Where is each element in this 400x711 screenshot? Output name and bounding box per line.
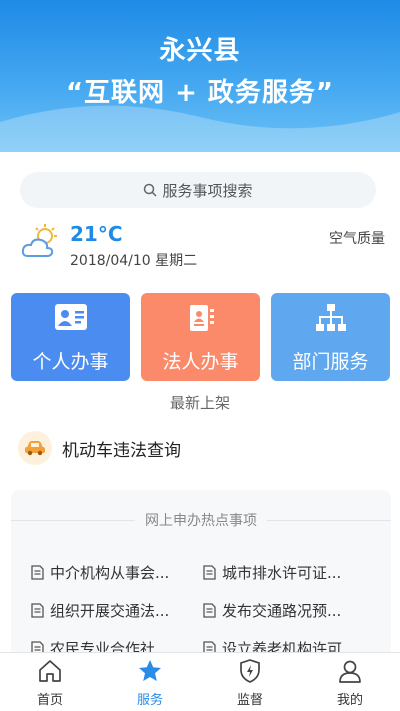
home-icon bbox=[39, 660, 61, 682]
document-icon bbox=[203, 603, 216, 618]
search-placeholder: 服务事项搜索 bbox=[162, 181, 253, 200]
personal-affairs-label: 个人办事 bbox=[32, 351, 109, 373]
header-subtitle: “互联网 + 政务服务” bbox=[65, 78, 335, 108]
department-service-tile[interactable]: 部门服务 bbox=[271, 293, 390, 381]
corporate-affairs-tile[interactable]: 法人办事 bbox=[141, 293, 260, 381]
car-icon bbox=[25, 441, 45, 456]
header-banner: 永兴县 “互联网 + 政务服务” bbox=[0, 0, 400, 152]
star-icon bbox=[139, 660, 161, 681]
hot-item[interactable]: 中介机构从事会... bbox=[31, 562, 169, 583]
document-icon bbox=[31, 565, 44, 580]
business-book-icon bbox=[189, 305, 214, 331]
user-icon bbox=[339, 660, 361, 683]
tab-service[interactable]: 服务 bbox=[100, 653, 200, 711]
tab-home[interactable]: 首页 bbox=[0, 653, 100, 711]
car-icon-container bbox=[18, 431, 52, 465]
tab-supervision-label: 监督 bbox=[236, 693, 263, 708]
air-quality-link[interactable]: 空气质量 bbox=[329, 228, 385, 248]
temperature: 21°C bbox=[70, 222, 123, 246]
tab-mine[interactable]: 我的 bbox=[300, 653, 400, 711]
org-chart-icon bbox=[315, 304, 346, 331]
tab-service-label: 服务 bbox=[136, 693, 163, 708]
weather-date: 2018/04/10 星期二 bbox=[70, 253, 198, 269]
tab-supervision[interactable]: 监督 bbox=[200, 653, 300, 711]
newest-section-label[interactable]: 最新上架 bbox=[0, 392, 400, 413]
shield-lightning-icon bbox=[240, 659, 260, 683]
weather-widget: 21°C 2018/04/10 星期二 空气质量 bbox=[20, 220, 390, 274]
corporate-affairs-label: 法人办事 bbox=[162, 351, 239, 373]
tab-mine-label: 我的 bbox=[336, 693, 363, 708]
search-bar[interactable]: 服务事项搜索 bbox=[20, 172, 376, 208]
hot-item[interactable]: 组织开展交通法... bbox=[31, 600, 169, 621]
header-title: 永兴县 bbox=[159, 36, 241, 66]
bottom-tab-bar: 首页 服务 监督 我的 bbox=[0, 652, 400, 711]
hot-items-title: 网上申办热点事项 bbox=[11, 510, 391, 530]
document-icon bbox=[31, 603, 44, 618]
hot-item[interactable]: 发布交通路况预... bbox=[203, 600, 341, 621]
id-card-icon bbox=[54, 304, 87, 330]
personal-affairs-tile[interactable]: 个人办事 bbox=[11, 293, 130, 381]
department-service-label: 部门服务 bbox=[292, 351, 369, 373]
vehicle-violation-query[interactable]: 机动车违法查询 bbox=[18, 430, 181, 466]
search-icon bbox=[144, 183, 158, 197]
service-tiles: 个人办事 法人办事 部门服务 bbox=[11, 293, 391, 381]
tab-home-label: 首页 bbox=[36, 693, 63, 708]
vehicle-violation-label: 机动车违法查询 bbox=[62, 440, 181, 461]
document-icon bbox=[203, 565, 216, 580]
hot-items-card: 网上申办热点事项 中介机构从事会... 城市排水许可证... 组织开展交通法..… bbox=[11, 490, 391, 660]
hot-item[interactable]: 城市排水许可证... bbox=[203, 562, 341, 583]
partly-cloudy-icon bbox=[21, 224, 57, 257]
